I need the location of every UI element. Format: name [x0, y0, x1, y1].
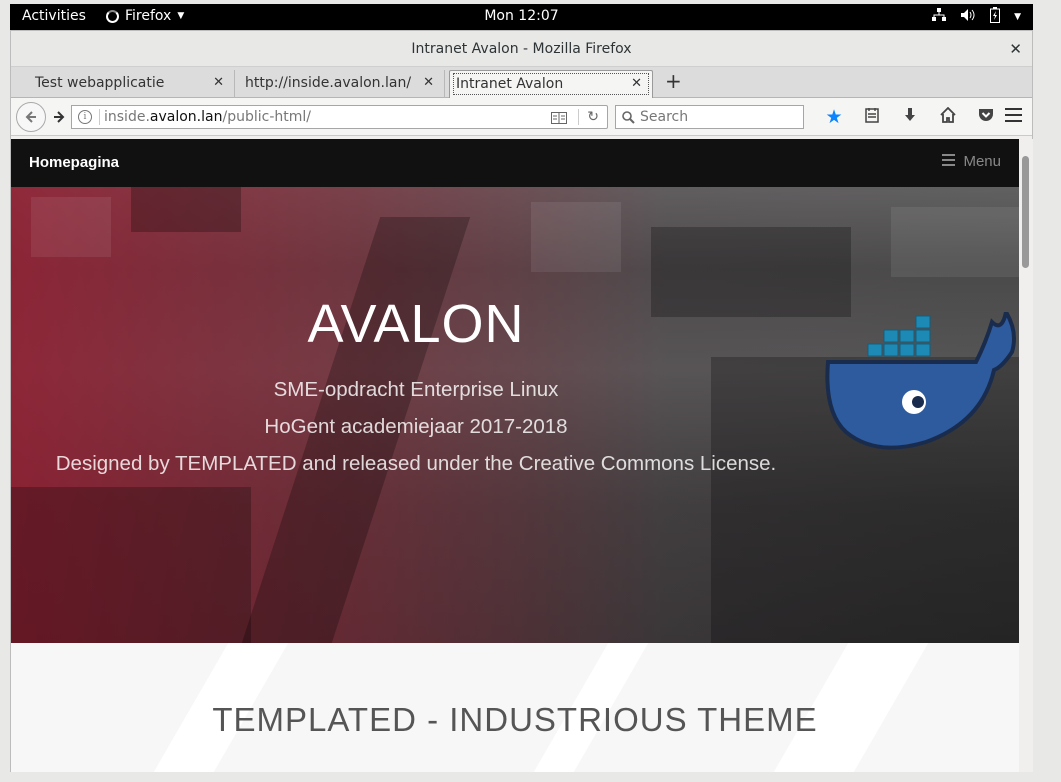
docker-whale-logo — [825, 312, 1016, 450]
page-viewport: Homepagina Menu AVALON SME-opdracht Ente… — [11, 139, 1019, 772]
url-path: /public-html/ — [222, 109, 311, 125]
background-building — [11, 487, 251, 643]
network-icon — [932, 8, 947, 26]
reload-icon[interactable]: ↻ — [587, 106, 599, 128]
hero-subtitle-1: SME-opdracht Enterprise Linux — [273, 378, 559, 401]
site-brand-link[interactable]: Homepagina — [29, 154, 119, 171]
search-icon — [622, 106, 635, 132]
background-building — [31, 197, 111, 257]
toolbar-icons: ★ — [815, 106, 1005, 128]
close-tab-icon[interactable]: ✕ — [213, 70, 224, 96]
search-input[interactable]: Search — [615, 105, 804, 129]
section-heading: TEMPLATED - INDUSTRIOUS THEME — [212, 701, 818, 738]
background-building — [131, 187, 241, 232]
tab-label: Test webapplicatie — [35, 75, 165, 91]
url-prefix: inside. — [104, 109, 150, 125]
window-title: Intranet Avalon - Mozilla Firefox — [411, 41, 632, 57]
tab-label: http://inside.avalon.lan/ — [245, 75, 412, 91]
firefox-window: Intranet Avalon - Mozilla Firefox ✕ Test… — [10, 30, 1033, 772]
back-button[interactable] — [16, 102, 46, 132]
system-menu-caret-icon: ▼ — [1014, 12, 1021, 22]
volume-icon — [960, 8, 976, 26]
menu-icon[interactable] — [1005, 108, 1022, 126]
new-tab-icon[interactable]: + — [665, 69, 682, 93]
reading-list-icon[interactable] — [853, 107, 891, 128]
hero-banner: AVALON SME-opdracht Enterprise Linux HoG… — [11, 187, 1019, 643]
window-titlebar[interactable]: Intranet Avalon - Mozilla Firefox ✕ — [11, 31, 1032, 67]
system-tray[interactable]: ▼ — [932, 7, 1021, 27]
site-menu-button[interactable]: Menu — [942, 153, 1001, 170]
hero-title: AVALON — [307, 294, 525, 354]
tab-test-webapplicatie[interactable]: Test webapplicatie ✕ — [11, 70, 235, 98]
hamburger-icon — [942, 154, 956, 169]
url-bar[interactable]: i inside.avalon.lan/public-html/ ↻ — [71, 105, 608, 129]
navigation-toolbar: i inside.avalon.lan/public-html/ ↻ Searc… — [11, 98, 1032, 136]
reader-view-icon[interactable] — [551, 107, 567, 133]
battery-icon — [990, 7, 1001, 27]
gnome-top-bar: Activities Firefox ▼ Mon 12:07 ▼ — [10, 4, 1033, 30]
background-building — [891, 207, 1019, 277]
home-icon[interactable] — [929, 106, 967, 128]
content-section: TEMPLATED - INDUSTRIOUS THEME — [11, 643, 1019, 772]
close-window-icon[interactable]: ✕ — [1009, 31, 1022, 67]
page-scrollbar[interactable] — [1019, 139, 1033, 772]
divider — [578, 109, 579, 125]
downloads-icon[interactable] — [891, 107, 929, 128]
search-placeholder: Search — [640, 109, 689, 125]
clock[interactable]: Mon 12:07 — [10, 8, 1033, 24]
url-text[interactable]: inside.avalon.lan/public-html/ — [104, 106, 311, 128]
site-menu-label: Menu — [963, 153, 1001, 170]
tab-inside-avalon[interactable]: http://inside.avalon.lan/ ✕ — [235, 70, 445, 98]
background-building — [531, 202, 621, 272]
divider — [99, 109, 100, 125]
close-tab-icon[interactable]: ✕ — [423, 70, 434, 96]
tab-intranet-avalon[interactable]: Intranet Avalon ✕ — [449, 70, 653, 98]
pocket-icon[interactable] — [967, 107, 1005, 127]
close-tab-icon[interactable]: ✕ — [631, 71, 642, 97]
scrollbar-thumb[interactable] — [1022, 156, 1029, 268]
focus-ring — [453, 73, 649, 95]
site-header: Homepagina Menu — [11, 139, 1019, 187]
url-host: avalon.lan — [149, 109, 223, 125]
forward-button[interactable] — [47, 104, 71, 130]
bookmark-star-icon[interactable]: ★ — [815, 106, 853, 128]
hero-credits: Designed by TEMPLATED and released under… — [55, 452, 777, 475]
site-info-icon[interactable]: i — [78, 110, 92, 124]
hero-subtitle-2: HoGent academiejaar 2017-2018 — [264, 415, 568, 438]
tab-strip: Test webapplicatie ✕ http://inside.avalo… — [11, 67, 1032, 98]
